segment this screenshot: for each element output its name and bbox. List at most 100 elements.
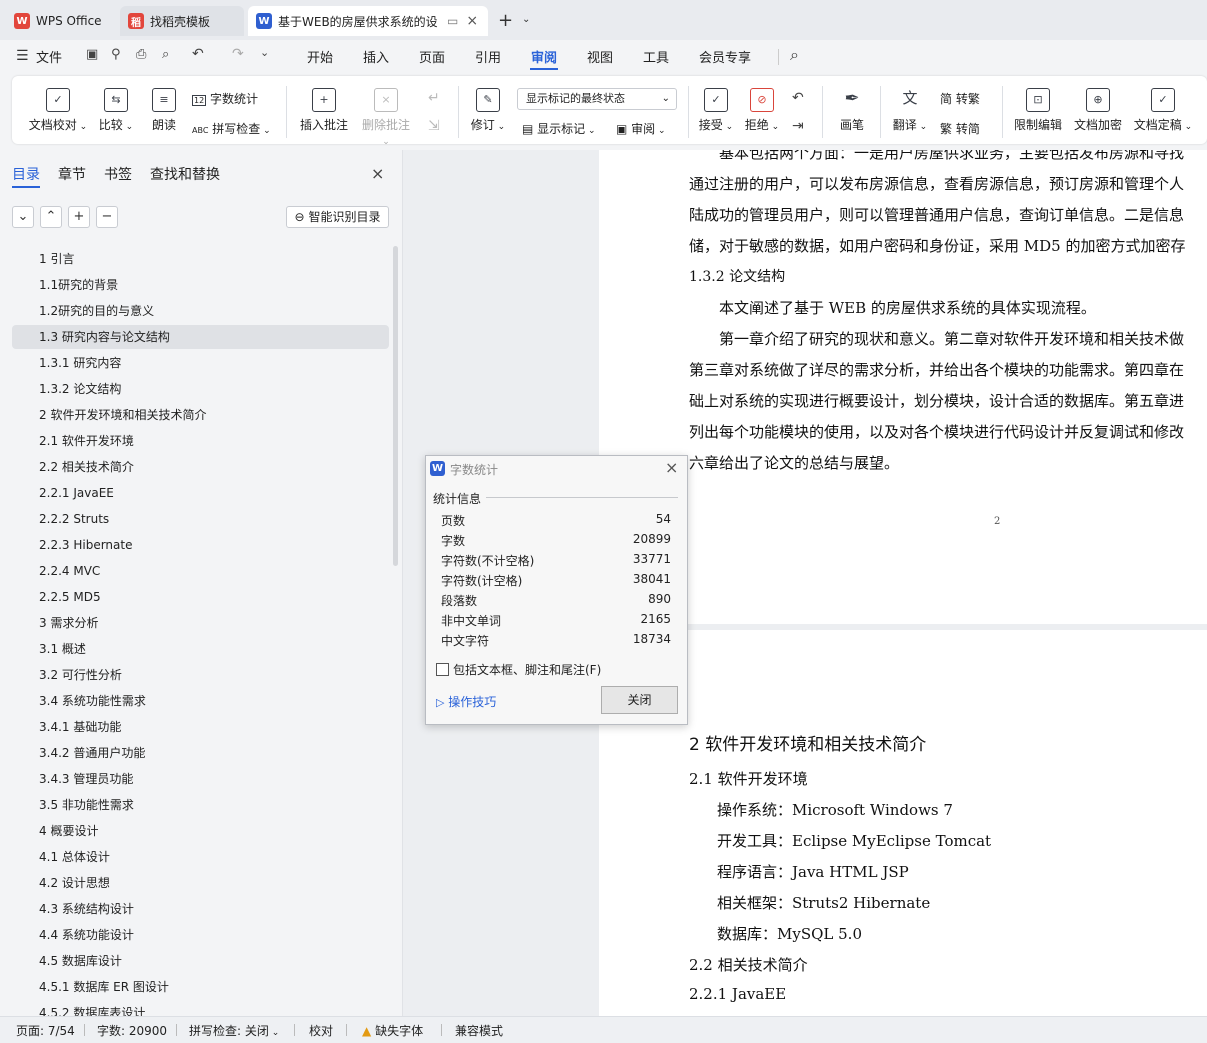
collapse-button[interactable]: ⌄ xyxy=(12,206,34,228)
tab-wps-office[interactable]: W WPS Office xyxy=(6,6,114,36)
smart-toc-button[interactable]: ⊖ 智能识别目录 xyxy=(286,206,389,228)
toc-item[interactable]: 4.1 总体设计 xyxy=(12,845,389,869)
tab-docer-templates[interactable]: 稻 找稻壳模板 xyxy=(120,6,244,36)
nav-tab-chapters[interactable]: 章节 xyxy=(58,164,86,184)
chevron-down-icon[interactable]: ⌄ xyxy=(260,46,269,59)
screen-icon[interactable]: ▭ xyxy=(447,14,458,28)
close-icon[interactable]: × xyxy=(371,164,384,183)
menu-insert[interactable]: 插入 xyxy=(363,47,389,66)
print-icon[interactable]: ⎙ xyxy=(136,47,146,62)
chevron-down-icon[interactable]: ⌄ xyxy=(522,14,530,25)
search-icon[interactable]: ⌕ xyxy=(790,45,799,65)
menu-member[interactable]: 会员专享 xyxy=(699,47,751,66)
show-markup-button[interactable]: ▤ 显示标记 ⌄ xyxy=(522,120,596,137)
next-change-icon[interactable]: ⇥ xyxy=(792,118,804,134)
print-preview-icon[interactable]: ⌕ xyxy=(162,47,169,62)
compare-button[interactable]: ⇆ 比较 ⌄ xyxy=(96,88,136,133)
delete-comment-button[interactable]: × 删除批注 ⌄ xyxy=(358,88,414,147)
include-textbox-checkbox[interactable] xyxy=(436,663,449,676)
toc-item[interactable]: 2.2.5 MD5 xyxy=(12,585,389,609)
toc-item[interactable]: 4.4 系统功能设计 xyxy=(12,923,389,947)
review-pane-button[interactable]: ▣ 审阅 ⌄ xyxy=(616,120,666,137)
doc-encrypt-button[interactable]: ⊕ 文档加密 xyxy=(1072,88,1124,133)
share-icon[interactable]: ⚲ xyxy=(111,47,121,62)
menu-references[interactable]: 引用 xyxy=(475,47,501,66)
menu-file[interactable]: 文件 xyxy=(36,47,62,66)
markup-state-select[interactable]: 显示标记的最终状态 ⌄ xyxy=(517,88,677,110)
toc-item[interactable]: 3.2 可行性分析 xyxy=(12,663,389,687)
toc-item[interactable]: 1.3 研究内容与论文结构 xyxy=(12,325,389,349)
nav-tab-find-replace[interactable]: 查找和替换 xyxy=(150,164,220,184)
close-icon[interactable]: × xyxy=(466,13,478,29)
active-tab-underline xyxy=(12,186,40,188)
undo-icon[interactable]: ↶ xyxy=(192,46,204,62)
nav-tab-bookmarks[interactable]: 书签 xyxy=(104,164,132,184)
toc-item[interactable]: 2.2 相关技术简介 xyxy=(12,455,389,479)
spell-check-button[interactable]: ABC 拼写检查 ⌄ xyxy=(192,120,271,137)
proofread-indicator[interactable]: 校对 xyxy=(309,1022,333,1039)
redo-icon[interactable]: ↷ xyxy=(232,46,244,62)
toc-item[interactable]: 2.2.4 MVC xyxy=(12,559,389,583)
menu-tools[interactable]: 工具 xyxy=(643,47,669,66)
toc-item[interactable]: 4.2 设计思想 xyxy=(12,871,389,895)
toc-item[interactable]: 3.4.3 管理员功能 xyxy=(12,767,389,791)
doc-finalize-button[interactable]: ✓ 文档定稿 ⌄ xyxy=(1132,88,1194,133)
tab-current-document[interactable]: W 基于WEB的房屋供求系统的设 ▭ × xyxy=(248,6,488,36)
toc-item[interactable]: 4.5 数据库设计 xyxy=(12,949,389,973)
read-aloud-button[interactable]: ≡ 朗读 xyxy=(146,88,182,133)
restrict-edit-button[interactable]: ⊡ 限制编辑 xyxy=(1012,88,1064,133)
missing-font-indicator[interactable]: ▲ 缺失字体 xyxy=(362,1022,423,1039)
to-traditional-button[interactable]: 简 转繁 xyxy=(940,90,980,107)
pen-button[interactable]: ✒ 画笔 xyxy=(834,88,870,133)
toc-item[interactable]: 1.3.2 论文结构 xyxy=(12,377,389,401)
toc-item[interactable]: 1.3.1 研究内容 xyxy=(12,351,389,375)
doc-check-button[interactable]: ✓ 文档校对 ⌄ xyxy=(28,88,88,133)
toc-item[interactable]: 2.1 软件开发环境 xyxy=(12,429,389,453)
review-pane-icon: ▣ xyxy=(616,122,628,136)
reject-button[interactable]: ⊘ 拒绝 ⌄ xyxy=(744,88,780,133)
previous-change-icon[interactable]: ↶ xyxy=(792,90,804,106)
revise-button[interactable]: ✎ 修订 ⌄ xyxy=(468,88,508,133)
page-indicator[interactable]: 页面: 7/54 xyxy=(16,1022,75,1039)
toc-item[interactable]: 3.4.2 普通用户功能 xyxy=(12,741,389,765)
close-button[interactable]: 关闭 xyxy=(601,686,678,714)
nav-tab-toc[interactable]: 目录 xyxy=(12,164,40,184)
toc-item[interactable]: 2 软件开发环境和相关技术简介 xyxy=(12,403,389,427)
menu-review[interactable]: 审阅 xyxy=(531,47,557,66)
toc-item[interactable]: 4.3 系统结构设计 xyxy=(12,897,389,921)
close-icon[interactable]: × xyxy=(665,458,678,477)
word-count-indicator[interactable]: 字数: 20900 xyxy=(97,1022,167,1039)
toc-item[interactable]: 1.1研究的背景 xyxy=(12,273,389,297)
insert-comment-button[interactable]: + 插入批注 xyxy=(298,88,350,133)
toc-item[interactable]: 1 引言 xyxy=(12,247,389,271)
expand-button[interactable]: ⌃ xyxy=(40,206,62,228)
toc-item[interactable]: 2.2.1 JavaEE xyxy=(12,481,389,505)
tips-link[interactable]: ▷ 操作技巧 xyxy=(436,693,496,710)
to-simplified-button[interactable]: 繁 转简 xyxy=(940,120,980,137)
toc-item[interactable]: 2.2.2 Struts xyxy=(12,507,389,531)
menu-view[interactable]: 视图 xyxy=(587,47,613,66)
toc-item[interactable]: 3.4 系统功能性需求 xyxy=(12,689,389,713)
menu-page[interactable]: 页面 xyxy=(419,47,445,66)
translate-button[interactable]: 文 翻译 ⌄ xyxy=(890,88,930,133)
spell-check-indicator[interactable]: 拼写检查: 关闭 ⌄ xyxy=(189,1022,279,1039)
toc-item[interactable]: 4.5.1 数据库 ER 图设计 xyxy=(12,975,389,999)
previous-comment-icon[interactable]: ↵ xyxy=(428,90,440,106)
accept-button[interactable]: ✓ 接受 ⌄ xyxy=(698,88,734,133)
remove-heading-button[interactable]: − xyxy=(96,206,118,228)
toc-item[interactable]: 3.5 非功能性需求 xyxy=(12,793,389,817)
toc-item[interactable]: 3 需求分析 xyxy=(12,611,389,635)
next-comment-icon[interactable]: ⇲ xyxy=(428,118,440,134)
toc-item[interactable]: 1.2研究的目的与意义 xyxy=(12,299,389,323)
toc-scrollbar[interactable] xyxy=(393,246,398,566)
menu-home[interactable]: 开始 xyxy=(307,47,333,66)
add-heading-button[interactable]: + xyxy=(68,206,90,228)
toc-item[interactable]: 2.2.3 Hibernate xyxy=(12,533,389,557)
save-icon[interactable]: ▣ xyxy=(86,47,98,62)
hamburger-icon[interactable]: ☰ xyxy=(16,48,29,64)
toc-item[interactable]: 3.4.1 基础功能 xyxy=(12,715,389,739)
word-count-button[interactable]: 12 字数统计 xyxy=(192,90,258,107)
toc-item[interactable]: 4 概要设计 xyxy=(12,819,389,843)
toc-item[interactable]: 3.1 概述 xyxy=(12,637,389,661)
new-tab-button[interactable]: + xyxy=(498,10,513,31)
